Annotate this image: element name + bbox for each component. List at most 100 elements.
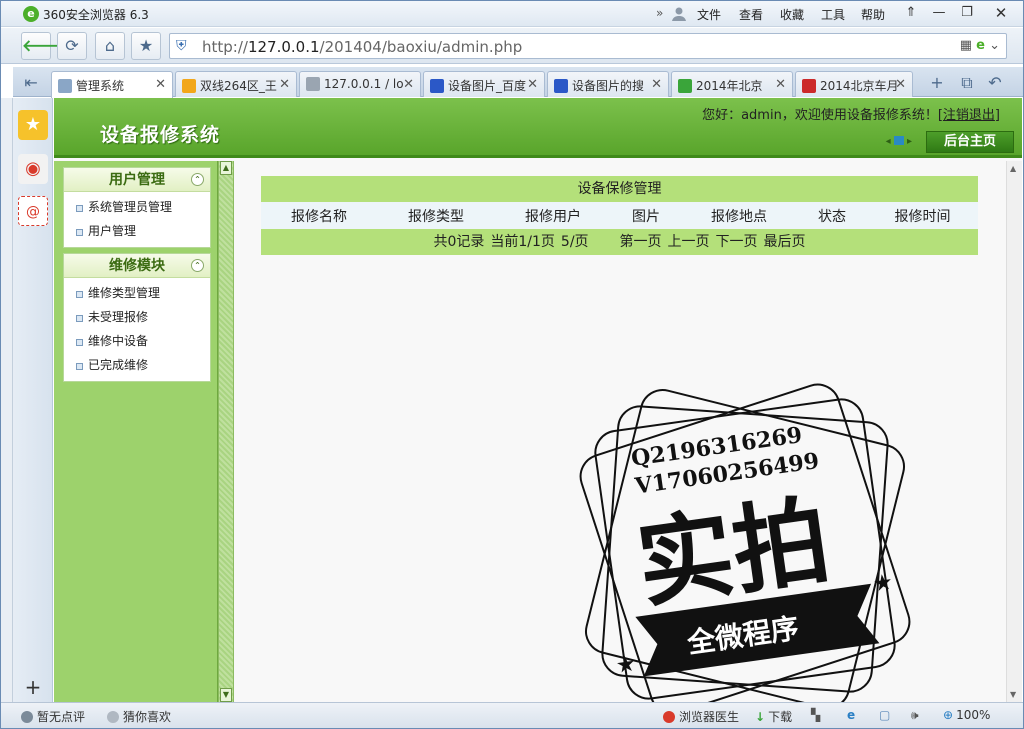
- page-viewport: 设备报修系统 您好：admin，欢迎使用设备报修系统！[注销退出] ◂ ▸ 后台…: [54, 98, 1022, 715]
- download-arrow-icon: ↓: [755, 710, 766, 724]
- tab-close-icon[interactable]: ✕: [775, 77, 786, 92]
- minimize-button[interactable]: —: [927, 3, 951, 23]
- menu-section-title[interactable]: 维修模块 ⌃: [64, 254, 210, 278]
- tab-7[interactable]: 2014北京车月 ✕: [795, 71, 913, 97]
- add-sidebar-item-icon[interactable]: +: [18, 672, 48, 702]
- pager-link[interactable]: 上一页: [668, 234, 710, 250]
- tab-close-icon[interactable]: ✕: [155, 77, 166, 92]
- close-button[interactable]: ✕: [989, 3, 1013, 23]
- pager-link[interactable]: 第一页: [620, 234, 662, 250]
- logout-link[interactable]: 注销退出: [943, 108, 995, 123]
- column-header: 图片: [632, 208, 660, 225]
- title-bar: e 360安全浏览器 6.3 » 文件 查看 收藏 工具 帮助 ⇑ — ❐ ✕: [1, 1, 1023, 27]
- column-header: 状态: [818, 208, 846, 225]
- rating-status[interactable]: 暂无点评: [21, 708, 85, 725]
- zoom-icon: ⊕: [943, 708, 954, 722]
- tab-2[interactable]: 双线264区_王 ✕: [175, 71, 297, 97]
- more-icon[interactable]: »: [656, 6, 663, 20]
- menu-splitter[interactable]: ▲ ▼: [218, 161, 234, 702]
- tab-label: 2014北京车月: [820, 79, 899, 93]
- app-header: 设备报修系统 您好：admin，欢迎使用设备报修系统！[注销退出] ◂ ▸ 后台…: [54, 98, 1022, 158]
- tab-3[interactable]: 127.0.0.1 / lo ✕: [299, 71, 421, 97]
- menu-link-2-1[interactable]: 维修类型管理: [64, 281, 210, 305]
- tab-favicon-icon: [678, 78, 692, 93]
- browser-doctor[interactable]: 浏览器医生: [663, 708, 739, 725]
- menu-link-2-2[interactable]: 未受理报修: [64, 305, 210, 329]
- tab-close-icon[interactable]: ✕: [895, 77, 906, 92]
- new-tab-button[interactable]: +: [925, 71, 949, 95]
- tab-label: 管理系统: [76, 79, 125, 93]
- collapse-chevron-icon[interactable]: ⌃: [191, 173, 204, 186]
- collapse-up-icon[interactable]: ▲: [220, 161, 232, 175]
- ie-mode-icon[interactable]: e: [847, 708, 855, 722]
- window-icon[interactable]: ▢: [879, 708, 890, 722]
- menu-link-1-2[interactable]: 用户管理: [64, 219, 210, 243]
- menu-file[interactable]: 文件: [697, 6, 721, 23]
- tab-label: 双线264区_王: [200, 79, 277, 93]
- tab-favicon-icon: [58, 78, 72, 93]
- tab-close-icon[interactable]: ✕: [527, 77, 538, 92]
- status-bar: 暂无点评 猜你喜欢 浏览器医生 ↓ 下载 ▚ e ▢ 🕪 ⊕ 100%: [1, 702, 1023, 728]
- sidebar-toggle-icon[interactable]: ⇤: [19, 71, 43, 95]
- menu-section-1: 用户管理 ⌃ 系统管理员管理 用户管理: [63, 167, 211, 248]
- pager-info: 共0记录: [433, 234, 485, 250]
- tab-favicon-icon: [182, 78, 196, 93]
- scroll-up-icon[interactable]: ▲: [1010, 164, 1016, 173]
- tab-favicon-icon: [430, 78, 444, 93]
- recommend-status[interactable]: 猜你喜欢: [107, 708, 171, 725]
- header-pager-icon[interactable]: ◂ ▸: [886, 136, 912, 147]
- pager-link[interactable]: 最后页: [764, 234, 806, 250]
- browser-sidebar: ★ ◉ @ +: [13, 98, 53, 702]
- scroll-down-icon[interactable]: ▼: [1010, 690, 1016, 699]
- pager-link[interactable]: 下一页: [716, 234, 758, 250]
- skin-icon[interactable]: ⇑: [899, 3, 923, 23]
- weibo-icon[interactable]: ◉: [18, 154, 48, 184]
- download-status[interactable]: ↓ 下载: [755, 708, 792, 725]
- favorite-star-icon[interactable]: ★: [131, 32, 161, 60]
- tab-1[interactable]: 管理系统 ✕: [51, 71, 173, 98]
- menu-tools[interactable]: 工具: [821, 6, 845, 23]
- doctor-icon: [663, 711, 675, 723]
- column-header: 报修类型: [408, 208, 464, 225]
- back-button[interactable]: 🡐: [21, 32, 65, 60]
- user-icon[interactable]: [671, 6, 687, 25]
- menu-help[interactable]: 帮助: [861, 6, 885, 23]
- restore-tabs-icon[interactable]: ⧉: [955, 71, 979, 95]
- refresh-button[interactable]: ⟳: [57, 32, 87, 60]
- tab-5[interactable]: 设备图片的搜 ✕: [547, 71, 669, 97]
- admin-home-button[interactable]: 后台主页: [926, 131, 1014, 153]
- menu-favorites[interactable]: 收藏: [780, 6, 804, 23]
- menu-section-2: 维修模块 ⌃ 维修类型管理 未受理报修 维修中设备 已完成维修: [63, 253, 211, 382]
- address-bar[interactable]: ⛨ http://127.0.0.1/201404/baoxiu/admin.p…: [169, 33, 1007, 59]
- menu-view[interactable]: 查看: [739, 6, 763, 23]
- tab-close-icon[interactable]: ✕: [279, 77, 290, 92]
- qr-code-icon[interactable]: ▦ e ⌄: [960, 38, 1000, 53]
- watermark-star-left-icon: ★: [614, 651, 637, 679]
- menu-link-1-1[interactable]: 系统管理员管理: [64, 195, 210, 219]
- mail-icon[interactable]: @: [18, 196, 48, 226]
- tab-6[interactable]: 2014年北京 ✕: [671, 71, 793, 97]
- tab-close-icon[interactable]: ✕: [651, 77, 662, 92]
- watermark-star-right-icon: ★: [872, 570, 895, 598]
- zoom-level[interactable]: ⊕ 100%: [943, 708, 990, 722]
- column-header: 报修地点: [711, 208, 767, 225]
- security-shield-icon: ⛨: [176, 38, 187, 54]
- menu-link-2-3[interactable]: 维修中设备: [64, 329, 210, 353]
- page-scrollbar[interactable]: ▲ ▼: [1006, 161, 1022, 702]
- home-icon[interactable]: ⌂: [95, 32, 125, 60]
- menu-section-title[interactable]: 用户管理 ⌃: [64, 168, 210, 192]
- favorites-star-icon[interactable]: ★: [18, 110, 48, 140]
- maximize-button[interactable]: ❐: [955, 3, 979, 23]
- tab-bar: ⇤ 管理系统 ✕ 双线264区_王 ✕ 127.0.0.1 / lo ✕ 设备图片_百度 ✕ 设…: [13, 67, 1023, 98]
- volume-icon[interactable]: 🕪: [911, 708, 919, 723]
- tab-4[interactable]: 设备图片_百度 ✕: [423, 71, 545, 97]
- browser-window: e 360安全浏览器 6.3 » 文件 查看 收藏 工具 帮助 ⇑ — ❐ ✕ …: [0, 0, 1024, 729]
- p2p-icon[interactable]: ▚: [811, 708, 820, 722]
- url-text[interactable]: http://127.0.0.1/201404/baoxiu/admin.php: [202, 38, 522, 56]
- collapse-down-icon[interactable]: ▼: [220, 688, 232, 702]
- menu-link-2-4[interactable]: 已完成维修: [64, 353, 210, 377]
- tab-close-icon[interactable]: ✕: [403, 77, 414, 92]
- collapse-chevron-icon[interactable]: ⌃: [191, 259, 204, 272]
- undo-close-icon[interactable]: ↶: [983, 71, 1007, 95]
- pager-info: 当前1/1页: [490, 234, 555, 250]
